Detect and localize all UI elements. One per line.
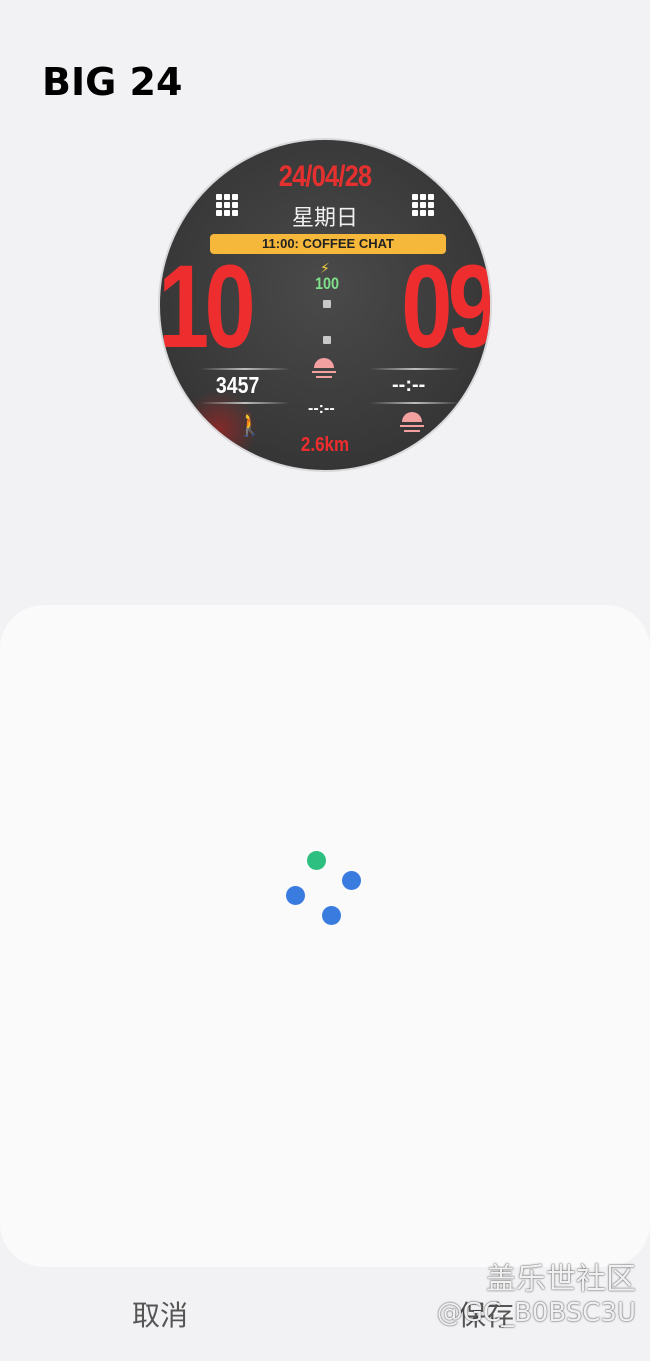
divider-line: [200, 368, 290, 370]
watermark: 盖乐世社区 @GC_B0BSC3U: [437, 1262, 636, 1328]
watch-hours: 10: [158, 241, 256, 373]
divider-line: [370, 368, 460, 370]
watermark-line1: 盖乐世社区: [486, 1262, 636, 1297]
watch-face-preview[interactable]: 24/04/28 星期日 11:00: COFFEE CHAT 10 ⚡ 100…: [158, 138, 492, 472]
watch-weekday: 星期日: [291, 206, 358, 231]
apps-grid-icon: [412, 194, 434, 216]
watermark-line2: @GC_B0BSC3U: [436, 1298, 636, 1328]
battery-level: 100: [314, 274, 340, 293]
step-count: 3457: [215, 372, 260, 398]
walk-distance: 2.6km: [300, 434, 350, 456]
sunrise-icon: [310, 356, 338, 384]
cancel-button[interactable]: 取消: [132, 1294, 188, 1334]
colon-dot-top: [323, 300, 331, 308]
divider-line: [370, 402, 460, 404]
sunset-time: --:--: [392, 374, 426, 396]
colon-dot-bottom: [323, 336, 331, 344]
bottom-sheet: [0, 605, 650, 1267]
sunrise-time: --:--: [308, 400, 335, 417]
divider-line: [200, 402, 290, 404]
watch-date: 24/04/28: [278, 160, 372, 193]
page-title: BIG 24: [42, 60, 183, 104]
watch-minutes: 09: [400, 241, 492, 373]
